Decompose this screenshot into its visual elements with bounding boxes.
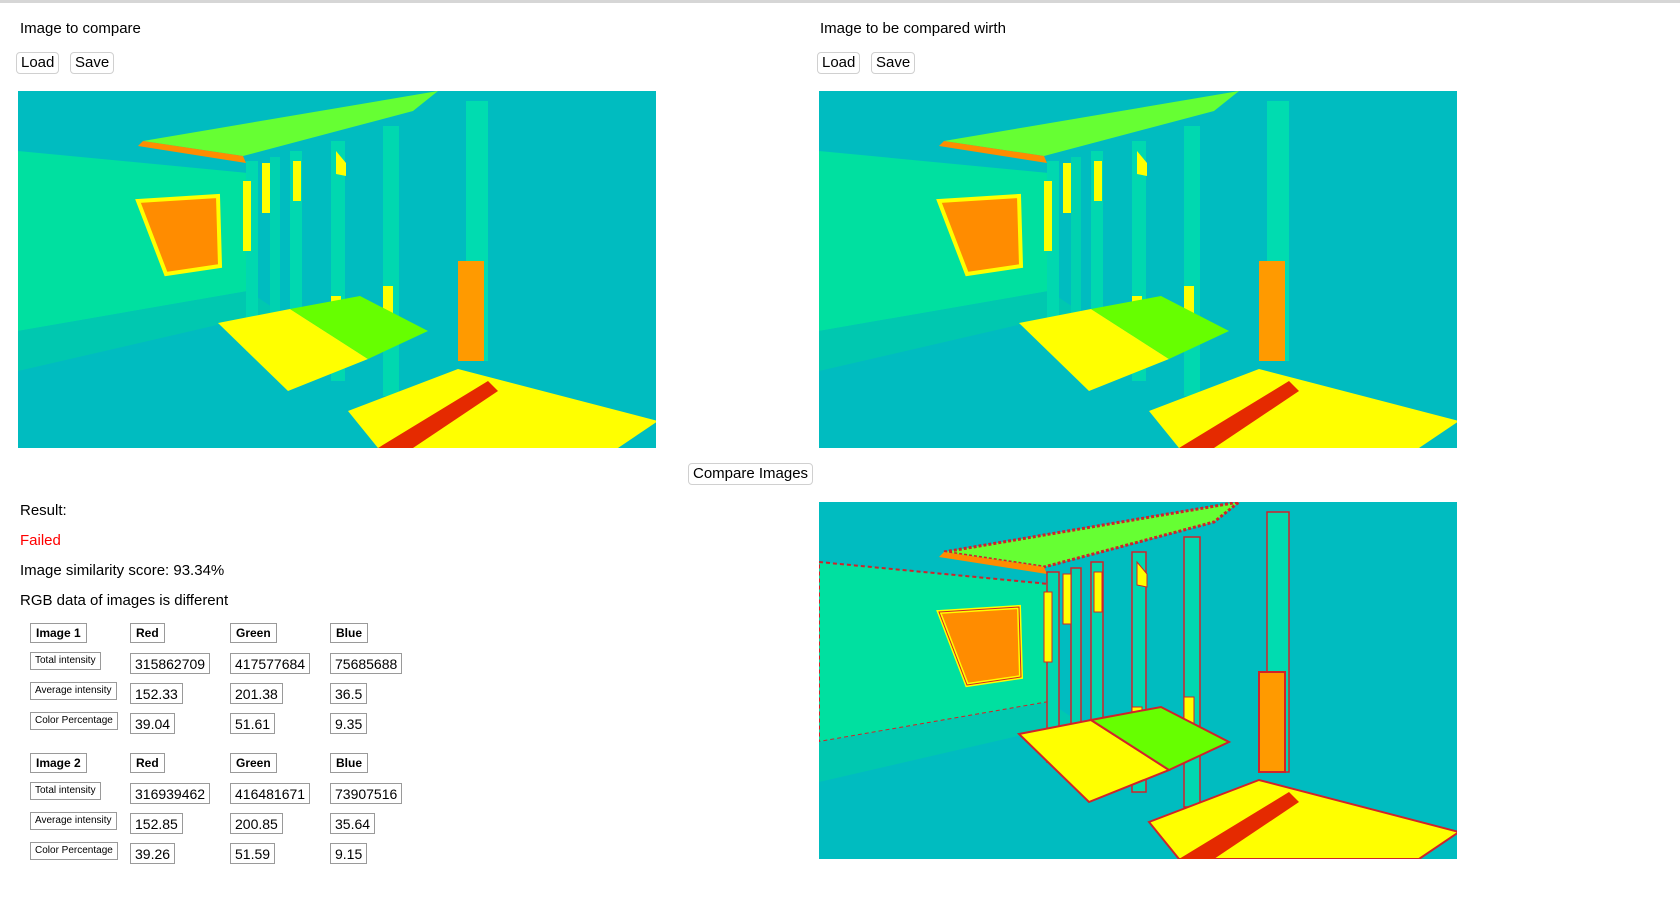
right-save-button[interactable]: Save [871, 52, 916, 74]
table1-red-value: 315862709 [130, 653, 211, 674]
table2-blue-value: 73907516 [330, 783, 403, 804]
table1-row-label: Average intensity [30, 682, 117, 700]
table2-blue-value: 9.15 [330, 843, 368, 864]
table2-header-green: Green [230, 753, 277, 773]
table2-header-red: Red [130, 753, 165, 773]
table1-red-value: 152.33 [130, 683, 183, 704]
table1-blue-value: 36.5 [330, 683, 368, 704]
compare-images-button[interactable]: Compare Images [688, 463, 814, 485]
table1-blue-value: 75685688 [330, 653, 403, 674]
result-label: Result: [20, 502, 67, 519]
table2-row-label: Total intensity [30, 782, 101, 800]
table1-header-green: Green [230, 623, 277, 643]
similarity-score: Image similarity score: 93.34% [20, 562, 225, 579]
table1-header-red: Red [130, 623, 165, 643]
table2-red-value: 152.85 [130, 813, 183, 834]
table2-red-value: 316939462 [130, 783, 211, 804]
table1-row-label: Color Percentage [30, 712, 118, 730]
table1-header-image: Image 1 [30, 623, 87, 643]
table1-green-value: 417577684 [230, 653, 311, 674]
result-status: Failed [20, 532, 61, 549]
left-load-button[interactable]: Load [16, 52, 60, 74]
left-save-button[interactable]: Save [70, 52, 115, 74]
difference-image-canvas [819, 502, 1457, 859]
rgb-difference-text: RGB data of images is different [20, 592, 229, 609]
table2-green-value: 200.85 [230, 813, 283, 834]
table2-row-label: Color Percentage [30, 842, 118, 860]
table2-red-value: 39.26 [130, 843, 176, 864]
table2-header-blue: Blue [330, 753, 369, 773]
top-border [0, 0, 1680, 3]
table2-header-image: Image 2 [30, 753, 87, 773]
image-to-compare-canvas [18, 91, 656, 448]
right-load-button[interactable]: Load [817, 52, 861, 74]
table1-header-blue: Blue [330, 623, 369, 643]
table2-green-value: 416481671 [230, 783, 311, 804]
table1-row-label: Total intensity [30, 652, 101, 670]
table1-red-value: 39.04 [130, 713, 176, 734]
right-panel-title: Image to be compared wirth [820, 20, 1006, 37]
table2-green-value: 51.59 [230, 843, 276, 864]
table1-green-value: 51.61 [230, 713, 276, 734]
image-to-be-compared-canvas [819, 91, 1457, 448]
table1-green-value: 201.38 [230, 683, 283, 704]
left-panel-title: Image to compare [20, 20, 141, 37]
table2-blue-value: 35.64 [330, 813, 376, 834]
table2-row-label: Average intensity [30, 812, 117, 830]
table1-blue-value: 9.35 [330, 713, 368, 734]
